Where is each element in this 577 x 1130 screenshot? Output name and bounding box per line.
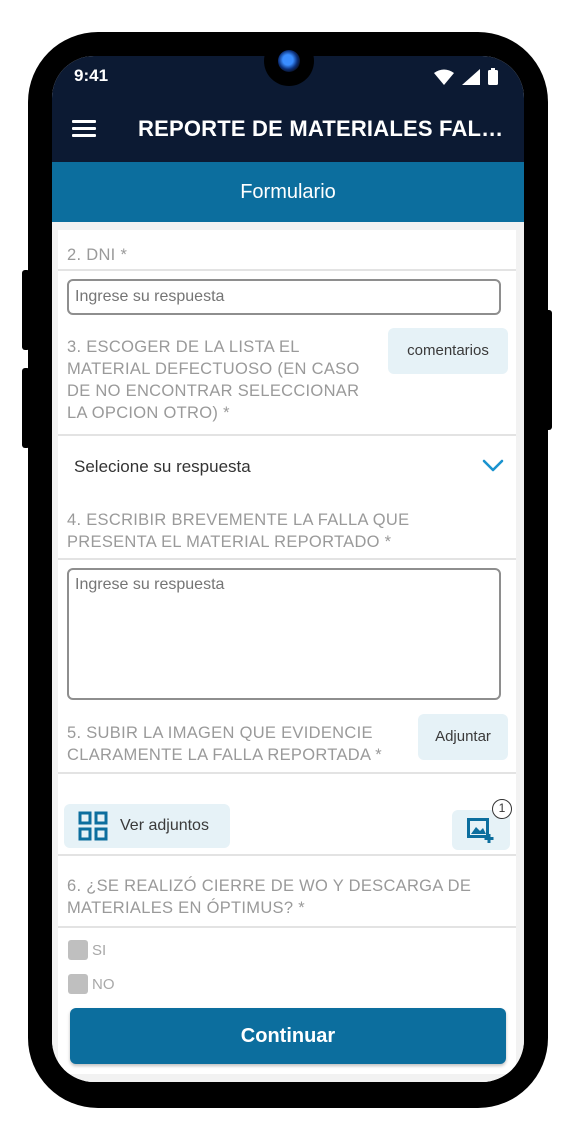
wifi-icon bbox=[434, 69, 454, 85]
divider bbox=[58, 269, 516, 271]
grid-icon bbox=[78, 811, 108, 841]
tab-formulario: Formulario bbox=[52, 162, 524, 222]
attach-button[interactable]: Adjuntar bbox=[418, 714, 508, 760]
option-si-label: SI bbox=[92, 942, 107, 959]
question-2-label: 2. DNI * bbox=[67, 246, 128, 264]
phone-side-button bbox=[22, 368, 30, 448]
continue-button[interactable]: Continuar bbox=[70, 1008, 506, 1064]
question-3-label: 3. ESCOGER DE LA LISTA EL MATERIAL DEFEC… bbox=[67, 338, 360, 422]
dni-input[interactable] bbox=[67, 279, 501, 315]
option-no-label: NO bbox=[92, 976, 115, 993]
battery-icon bbox=[488, 68, 498, 85]
material-select[interactable]: Selecione su respuesta bbox=[74, 457, 514, 487]
question-4-label: 4. ESCRIBIR BREVEMENTE LA FALLA QUE PRES… bbox=[67, 511, 410, 551]
form-area: 2. DNI * 3. ESCOGER DE LA LISTA EL MATER… bbox=[52, 222, 524, 1082]
front-camera bbox=[264, 36, 314, 86]
question-6-label: 6. ¿SE REALIZÓ CIERRE DE WO Y DESCARGA D… bbox=[67, 877, 472, 917]
failure-description-textarea[interactable] bbox=[67, 568, 501, 700]
view-attachments-button[interactable]: Ver adjuntos bbox=[64, 804, 230, 848]
camera-lens bbox=[278, 50, 300, 72]
phone-screen: 9:41 REPORTE DE MATERIALES FALLI... Form… bbox=[52, 56, 524, 1082]
signal-icon bbox=[462, 68, 480, 85]
form-card: 2. DNI * 3. ESCOGER DE LA LISTA EL MATER… bbox=[58, 230, 516, 1074]
attachment-count-badge: 1 bbox=[492, 799, 512, 819]
phone-side-button bbox=[544, 310, 552, 430]
app-title: REPORTE DE MATERIALES FALLI... bbox=[138, 116, 514, 141]
chevron-down-icon bbox=[482, 459, 504, 472]
divider bbox=[58, 772, 516, 774]
status-icons bbox=[434, 68, 498, 85]
add-image-icon bbox=[467, 818, 494, 843]
comments-button[interactable]: comentarios bbox=[388, 328, 508, 374]
menu-icon[interactable] bbox=[72, 120, 96, 138]
divider bbox=[58, 434, 516, 436]
divider bbox=[58, 926, 516, 928]
checkbox-no[interactable] bbox=[68, 974, 88, 994]
select-value: Selecione su respuesta bbox=[74, 457, 251, 476]
phone-side-button bbox=[22, 270, 30, 350]
app-bar: REPORTE DE MATERIALES FALLI... bbox=[52, 96, 524, 162]
status-time: 9:41 bbox=[74, 66, 109, 85]
question-5-label: 5. SUBIR LA IMAGEN QUE EVIDENCIE CLARAME… bbox=[67, 724, 382, 764]
checkbox-si[interactable] bbox=[68, 940, 88, 960]
view-attachments-label: Ver adjuntos bbox=[120, 817, 209, 834]
divider bbox=[58, 558, 516, 560]
divider bbox=[58, 854, 516, 856]
